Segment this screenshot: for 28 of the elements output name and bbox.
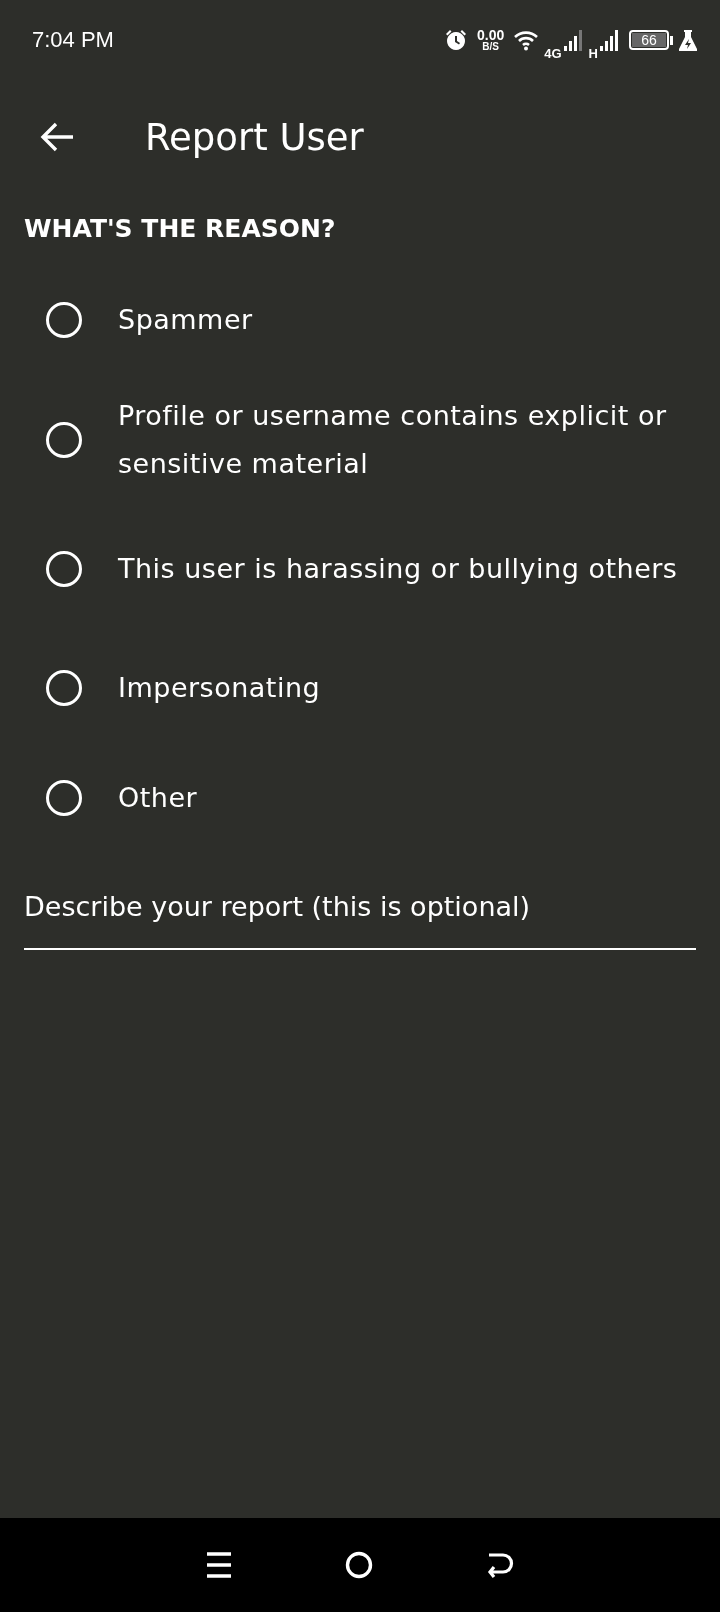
- section-heading: WHAT'S THE REASON?: [23, 213, 337, 245]
- reason-label[interactable]: This user is harassing or bullying others: [118, 544, 678, 593]
- menu-icon[interactable]: [206, 1551, 233, 1579]
- radio-button[interactable]: [46, 780, 82, 816]
- radio-button[interactable]: [46, 302, 82, 338]
- network-speed-unit: B/S: [482, 42, 499, 52]
- signal-icon: [600, 29, 620, 51]
- description-field[interactable]: Describe your report (this is optional): [24, 873, 696, 950]
- network-speed: 0.00: [477, 28, 505, 42]
- signal-icon: [563, 29, 584, 51]
- alarm-clock-icon: [444, 28, 468, 52]
- return-arrow-icon[interactable]: [485, 1551, 514, 1579]
- radio-button[interactable]: [46, 670, 82, 706]
- battery-indicator: 66: [629, 30, 669, 50]
- screen-title: Report User: [145, 115, 364, 159]
- network-type: 4G: [544, 45, 562, 61]
- reason-label[interactable]: Profile or username contains explicit or sensitive material: [118, 391, 704, 488]
- back-arrow-icon[interactable]: [39, 121, 75, 153]
- radio-button[interactable]: [46, 550, 82, 587]
- reason-label[interactable]: Other: [118, 774, 198, 822]
- wifi-icon: [513, 29, 540, 51]
- reason-label[interactable]: Spammer: [118, 296, 253, 344]
- home-circle-icon[interactable]: [345, 1551, 373, 1579]
- flask-icon: [678, 29, 698, 51]
- network-type: H: [588, 45, 598, 61]
- radio-button[interactable]: [46, 421, 82, 458]
- reason-label[interactable]: Impersonating: [118, 664, 321, 712]
- status-time: 7:04 PM: [32, 27, 114, 53]
